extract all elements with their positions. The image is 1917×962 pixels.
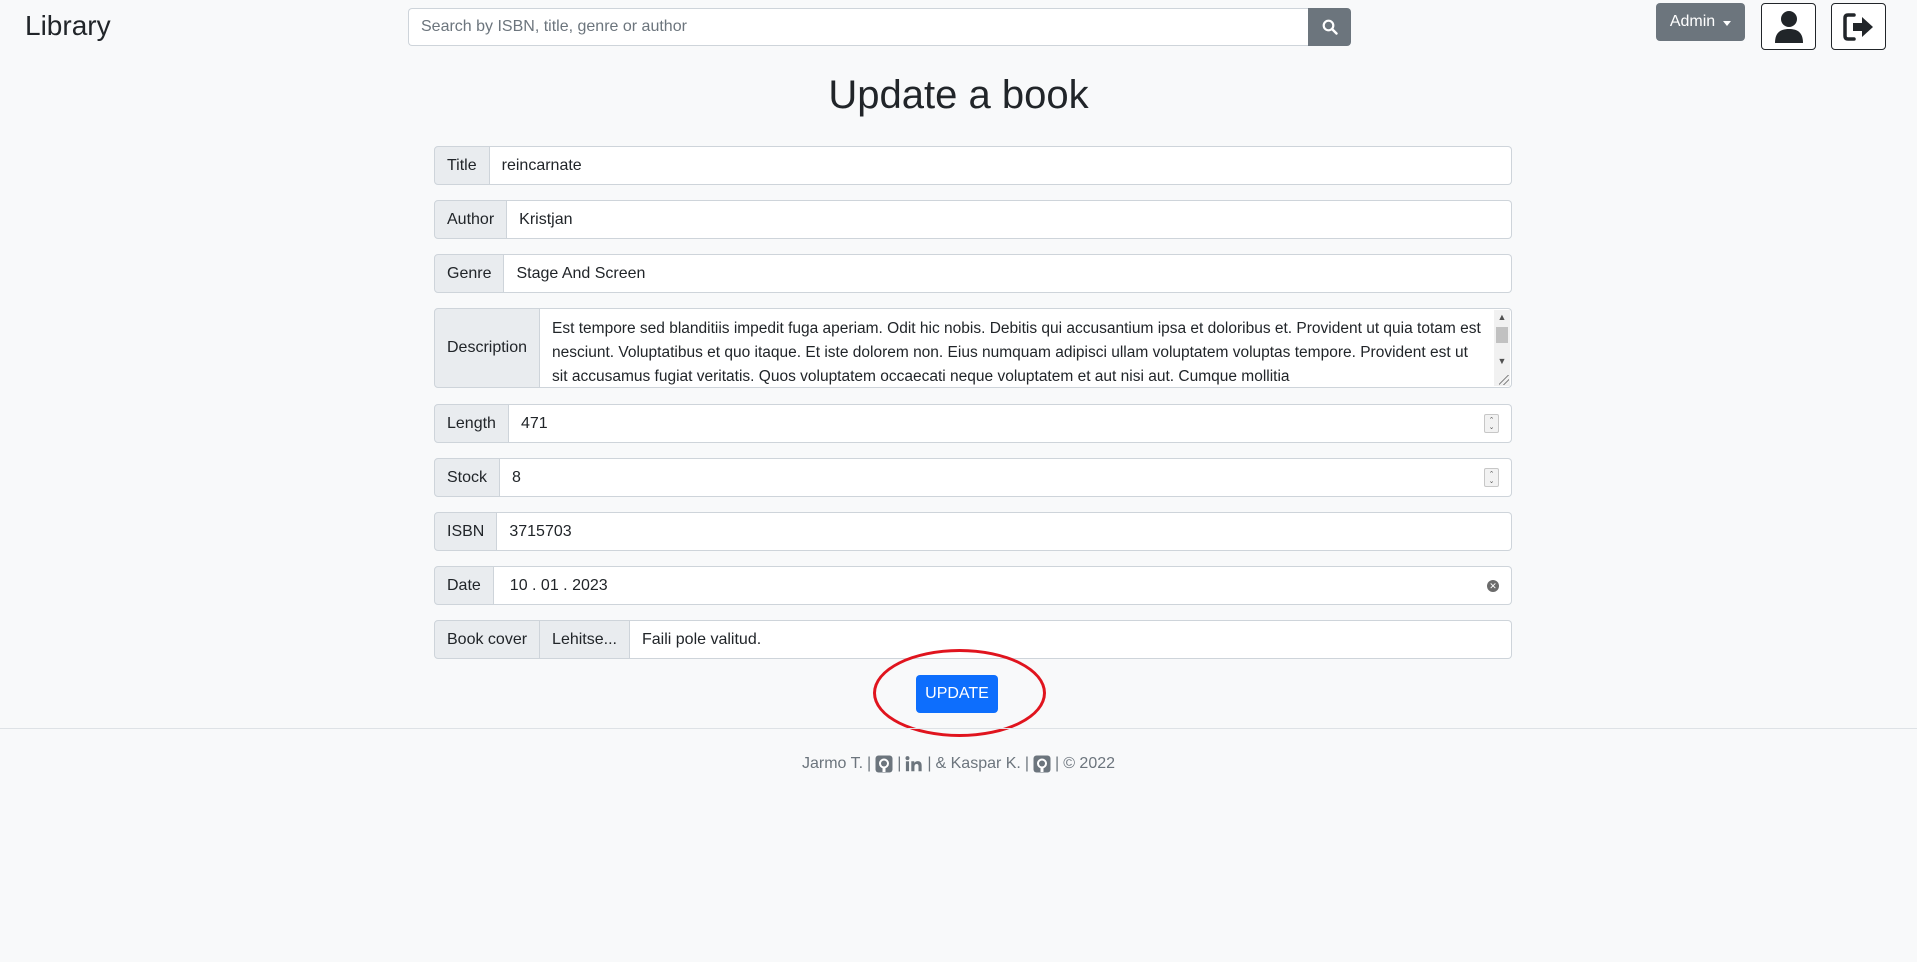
description-text: Est tempore sed blanditiis impedit fuga … [552,320,1481,385]
date-group: Date 10 . 01 . 2023 ✕ [434,566,1512,605]
stock-value: 8 [512,468,521,486]
title-label: Title [434,146,490,185]
cover-label: Book cover [434,620,541,659]
date-input[interactable]: 10 . 01 . 2023 ✕ [493,566,1512,605]
length-input[interactable]: 471 ⌃ ⌄ [508,404,1512,443]
spinner-icon[interactable]: ⌃ ⌄ [1484,468,1499,487]
date-label: Date [434,566,494,605]
footer-divider [0,728,1917,729]
spinner-icon[interactable]: ⌃ ⌄ [1484,414,1499,433]
footer-sep: | [1024,755,1030,772]
page-title: Update a book [828,73,1089,117]
author-label: Author [434,200,508,239]
date-value: 10 . 01 . 2023 [509,576,608,594]
footer-copyright: © 2022 [1063,755,1116,772]
user-icon [1774,10,1803,43]
logout-button[interactable] [1831,3,1886,50]
description-group: Description Est tempore sed blanditiis i… [434,308,1512,388]
stock-label: Stock [434,458,501,497]
description-label: Description [434,308,541,388]
length-label: Length [434,404,509,443]
caret-down-icon [1723,20,1732,26]
scroll-thumb[interactable] [1496,327,1508,343]
scroll-down-icon[interactable]: ▼ [1494,354,1510,368]
github-icon[interactable] [875,755,893,773]
linkedin-icon[interactable] [905,755,923,773]
isbn-group: ISBN 3715703 [434,512,1512,551]
footer-author2: & Kaspar K. [935,755,1021,772]
navbar: Library Admin [0,0,1917,56]
highlight-annotation [873,649,1046,737]
isbn-label: ISBN [434,512,498,551]
length-value: 471 [520,414,548,432]
footer-sep: | [1055,755,1060,772]
author-input[interactable]: Kristjan [507,200,1512,239]
search-input[interactable] [408,8,1308,46]
brand-logo[interactable]: Library [25,10,111,42]
profile-button[interactable] [1761,3,1816,50]
author-group: Author Kristjan [434,200,1512,239]
title-group: Title reincarnate [434,146,1512,185]
description-textarea[interactable]: Est tempore sed blanditiis impedit fuga … [540,308,1512,388]
scroll-up-icon[interactable]: ▲ [1494,310,1510,324]
genre-label: Genre [434,254,505,293]
clear-date-icon[interactable]: ✕ [1487,580,1499,592]
footer-sep: | [867,755,872,772]
search-icon [1322,19,1338,35]
file-name-display[interactable]: Faili pole valitud. [629,620,1512,659]
resize-handle-icon[interactable] [1499,375,1509,385]
footer-sep: | [897,755,902,772]
genre-input[interactable]: Stage And Screen [504,254,1512,293]
stock-group: Stock 8 ⌃ ⌄ [434,458,1512,497]
admin-dropdown-button[interactable]: Admin [1656,3,1745,41]
stock-input[interactable]: 8 ⌃ ⌄ [500,458,1512,497]
search-button[interactable] [1308,8,1351,46]
admin-label: Admin [1669,13,1716,30]
genre-group: Genre Stage And Screen [434,254,1512,293]
isbn-input[interactable]: 3715703 [497,512,1512,551]
logout-icon [1842,12,1873,41]
search-form [408,8,1351,46]
length-group: Length 471 ⌃ ⌄ [434,404,1512,443]
github-icon[interactable] [1033,755,1051,773]
title-input[interactable]: reincarnate [489,146,1512,185]
footer-author1: Jarmo T. [801,755,864,772]
footer: Jarmo T. | | | & Kaspar K. | | © 2022 [0,755,1917,773]
browse-file-button[interactable]: Lehitse... [540,620,630,659]
footer-sep: | [927,755,932,772]
